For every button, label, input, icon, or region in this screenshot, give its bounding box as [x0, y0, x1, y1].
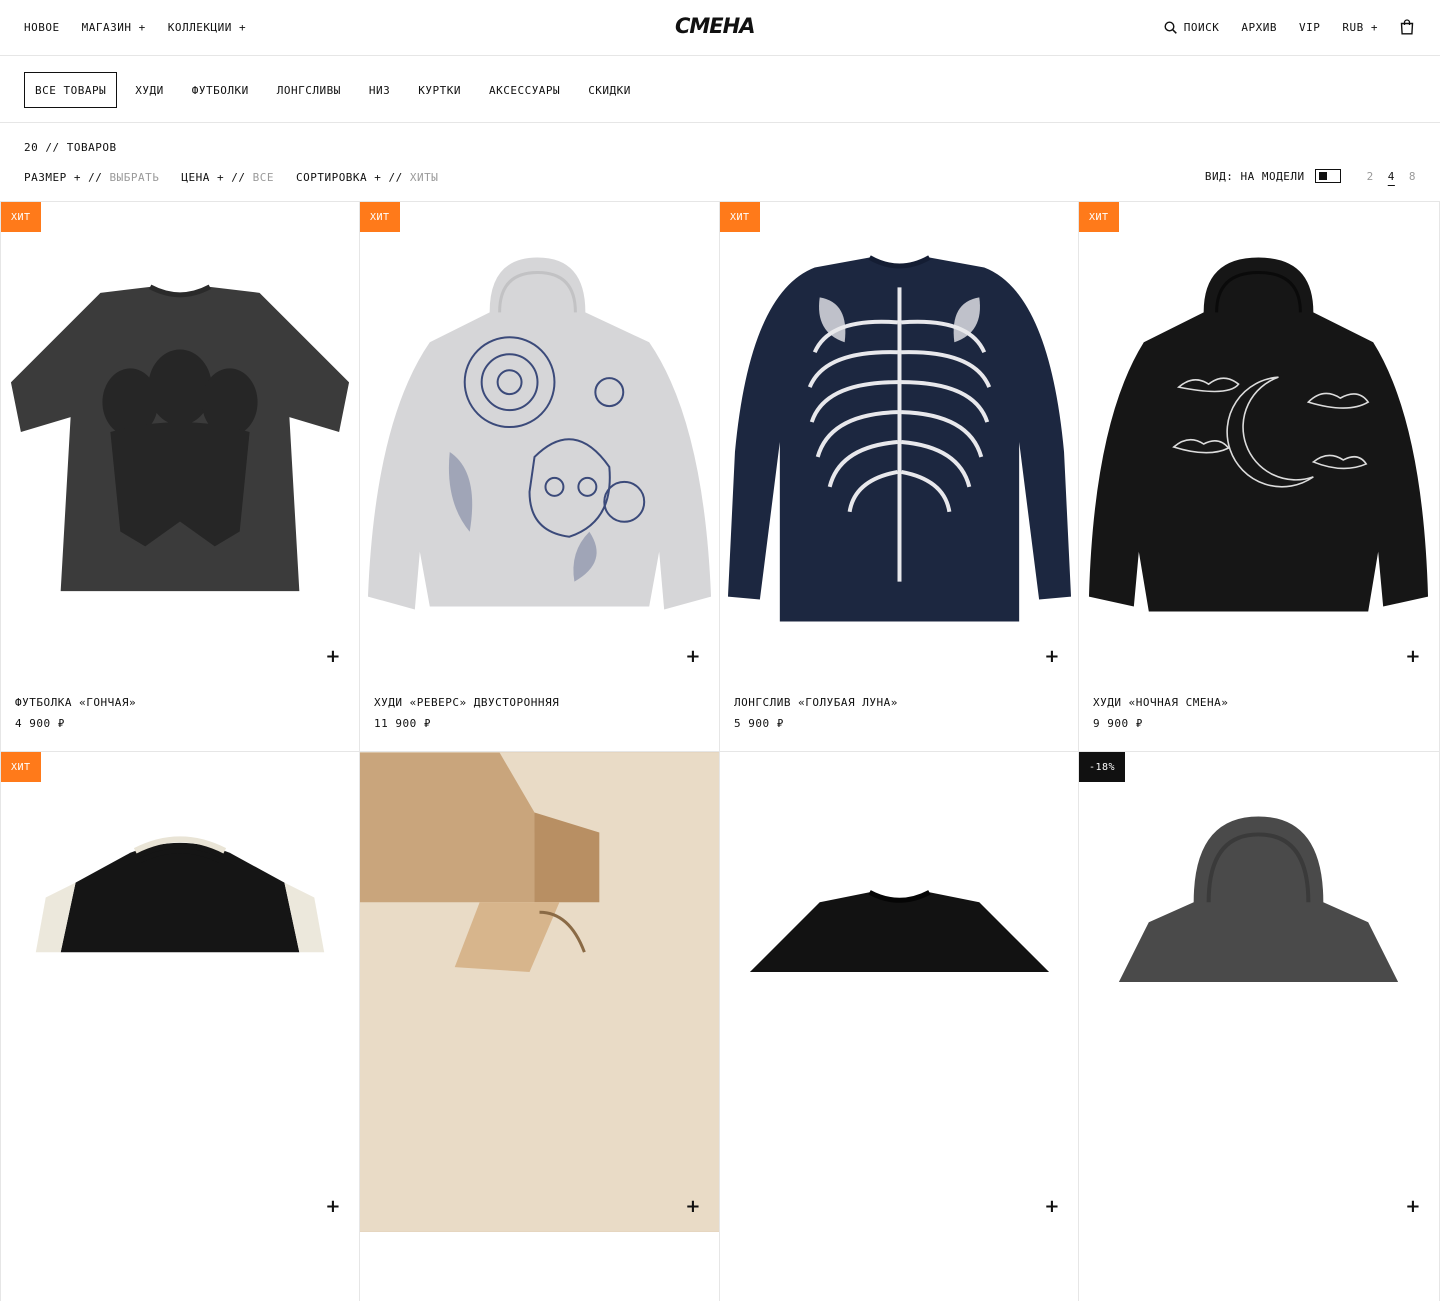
product-price: 11 900 ₽ [374, 717, 431, 730]
category-all[interactable]: ВСЕ ТОВАРЫ [24, 72, 118, 108]
product-card[interactable]: + [360, 751, 720, 1301]
site-header: НОВОЕ МАГАЗИН + КОЛЛЕКЦИИ + СМЕНА ПОИСК … [0, 0, 1440, 56]
product-price: 5 900 ₽ [734, 717, 784, 730]
quick-add-button[interactable]: + [685, 1196, 701, 1217]
hoodie-image [1118, 816, 1399, 983]
quick-add-button[interactable]: + [1405, 1196, 1421, 1217]
search-button[interactable]: ПОИСК [1164, 21, 1220, 34]
product-card[interactable]: ХИТ + [0, 751, 360, 1301]
view-controls: ВИД: НА МОДЕЛИ 2 4 8 [1205, 169, 1416, 183]
discount-badge: -18% [1079, 752, 1126, 782]
nav-collections[interactable]: КОЛЛЕКЦИИ + [168, 21, 246, 34]
currency-selector[interactable]: RUB + [1342, 21, 1378, 34]
category-hoodies[interactable]: ХУДИ [121, 72, 178, 108]
product-title[interactable]: ЛОНГСЛИВ «ГОЛУБАЯ ЛУНА» [734, 696, 898, 709]
main-nav: НОВОЕ МАГАЗИН + КОЛЛЕКЦИИ + [24, 21, 246, 34]
utility-nav: ПОИСК АРХИВ VIP RUB + [1164, 19, 1416, 35]
price-filter[interactable]: ЦЕНА + // ВСЕ [181, 171, 274, 184]
search-icon [1164, 20, 1177, 34]
columns-2-option[interactable]: 2 [1367, 170, 1374, 183]
product-price: 9 900 ₽ [1093, 717, 1143, 730]
category-accessories[interactable]: АКСЕССУАРЫ [475, 72, 574, 108]
hit-badge: ХИТ [1, 752, 41, 782]
product-card[interactable]: + [720, 751, 1079, 1301]
sort-filter-value: ХИТЫ [409, 171, 439, 184]
product-image[interactable] [360, 752, 719, 1232]
product-image[interactable] [1079, 752, 1439, 1232]
product-image[interactable] [720, 202, 1078, 682]
price-filter-label: ЦЕНА + // [181, 171, 246, 184]
product-image[interactable] [1, 752, 359, 1232]
columns-4-option[interactable]: 4 [1388, 170, 1395, 183]
quick-add-button[interactable]: + [325, 1196, 341, 1217]
brand-logo[interactable]: СМЕНА [675, 14, 755, 38]
view-mode-toggle[interactable] [1314, 169, 1341, 183]
product-grid: ХИТ + ФУТБОЛКА «ГОНЧАЯ» 4 900 ₽ ХИТ + ХУ… [0, 201, 1440, 1301]
gift-box-image [360, 752, 719, 1232]
price-filter-value: ВСЕ [252, 171, 274, 184]
quick-add-button[interactable]: + [1044, 646, 1060, 667]
nav-archive[interactable]: АРХИВ [1241, 21, 1277, 34]
size-filter-value: ВЫБРАТЬ [109, 171, 160, 184]
size-filter-label: РАЗМЕР + // [24, 171, 103, 184]
category-sale[interactable]: СКИДКИ [574, 72, 645, 108]
product-count: 20 // ТОВАРОВ [24, 141, 117, 154]
tshirt-image [10, 284, 350, 592]
product-title[interactable]: ФУТБОЛКА «ГОНЧАЯ» [15, 696, 136, 709]
product-title[interactable]: ХУДИ «НОЧНАЯ СМЕНА» [1093, 696, 1228, 709]
product-card[interactable]: -18% + [1079, 751, 1440, 1301]
hit-badge: ХИТ [1079, 202, 1119, 232]
product-image[interactable] [360, 202, 719, 682]
quick-add-button[interactable]: + [1405, 646, 1421, 667]
quick-add-button[interactable]: + [325, 646, 341, 667]
hoodie-image [1088, 257, 1429, 612]
category-longsleeves[interactable]: ЛОНГСЛИВЫ [263, 72, 355, 108]
hit-badge: ХИТ [360, 202, 400, 232]
product-card[interactable]: ХИТ + ФУТБОЛКА «ГОНЧАЯ» 4 900 ₽ [0, 201, 360, 751]
hit-badge: ХИТ [720, 202, 760, 232]
columns-8-option[interactable]: 8 [1409, 170, 1416, 183]
view-mode-label: ВИД: НА МОДЕЛИ [1204, 169, 1305, 183]
product-card[interactable]: ХИТ + ХУДИ «НОЧНАЯ СМЕНА» 9 900 ₽ [1079, 201, 1440, 751]
search-label: ПОИСК [1183, 20, 1220, 34]
product-price: 4 900 ₽ [15, 717, 65, 730]
product-card[interactable]: ХИТ + ЛОНГСЛИВ «ГОЛУБАЯ ЛУНА» 5 900 ₽ [720, 201, 1079, 751]
quick-add-button[interactable]: + [685, 646, 701, 667]
category-tshirts[interactable]: ФУТБОЛКИ [178, 72, 263, 108]
shopping-bag-icon [1400, 19, 1414, 35]
hit-badge: ХИТ [1, 202, 41, 232]
size-filter[interactable]: РАЗМЕР + // ВЫБРАТЬ [24, 171, 159, 184]
nav-new[interactable]: НОВОЕ [24, 21, 60, 34]
quick-add-button[interactable]: + [1044, 1196, 1060, 1217]
product-title[interactable]: ХУДИ «РЕВЕРС» ДВУСТОРОННЯЯ [374, 696, 559, 709]
nav-shop[interactable]: МАГАЗИН + [82, 21, 146, 34]
product-card[interactable]: ХИТ + [360, 201, 720, 751]
tshirt-image [749, 890, 1050, 973]
category-bar: ВСЕ ТОВАРЫ ХУДИ ФУТБОЛКИ ЛОНГСЛИВЫ НИЗ К… [0, 56, 1440, 123]
filter-bar: РАЗМЕР + // ВЫБРАТЬ ЦЕНА + // ВСЕ СОРТИР… [24, 171, 438, 184]
nav-vip[interactable]: VIP [1299, 21, 1320, 34]
product-image[interactable] [1079, 202, 1439, 682]
jacket-image [35, 836, 325, 953]
sort-filter[interactable]: СОРТИРОВКА + // ХИТЫ [296, 171, 438, 184]
category-bottoms[interactable]: НИЗ [355, 72, 404, 108]
sort-filter-label: СОРТИРОВКА + // [295, 171, 403, 184]
grid-columns-selector: 2 4 8 [1367, 170, 1416, 183]
longsleeve-image [727, 255, 1072, 622]
category-jackets[interactable]: КУРТКИ [404, 72, 475, 108]
cart-button[interactable] [1400, 19, 1416, 35]
product-image[interactable] [1, 202, 359, 682]
hoodie-image [367, 257, 712, 610]
product-image[interactable] [720, 752, 1078, 1232]
